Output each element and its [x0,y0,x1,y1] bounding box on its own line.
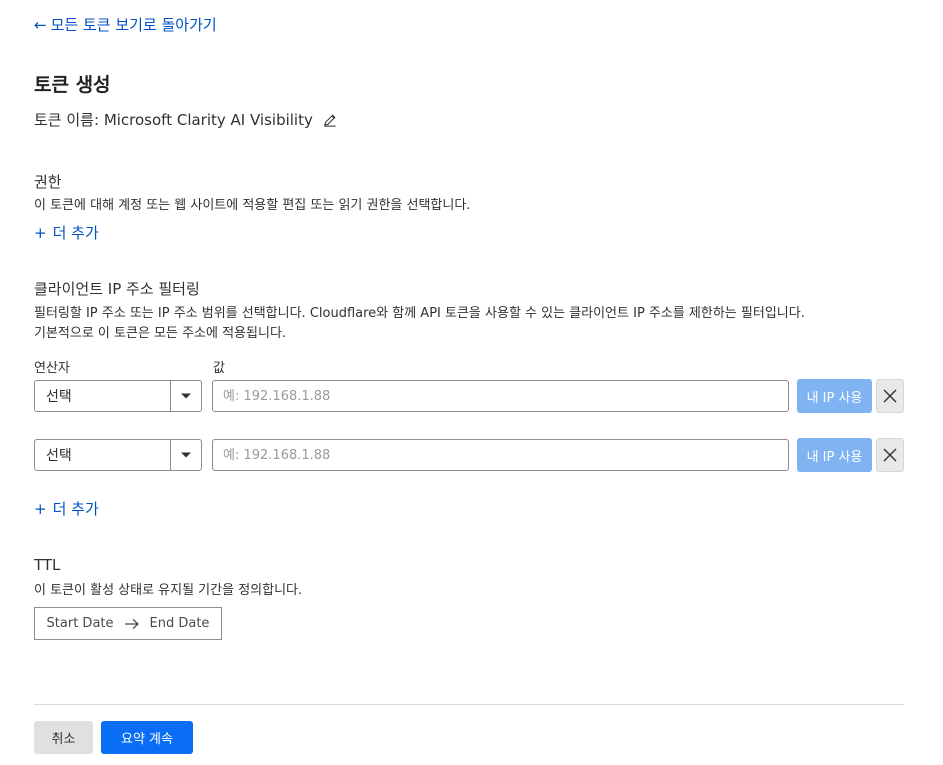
ip-value-input-2[interactable] [212,439,789,471]
ip-value-input-1[interactable] [212,380,789,412]
end-date-field[interactable]: End Date [150,616,210,631]
add-permission-button[interactable]: + 더 추가 [34,222,99,243]
continue-to-summary-button[interactable]: 요약 계속 [101,721,193,754]
use-my-ip-button-2[interactable]: 내 IP 사용 [797,438,872,472]
ttl-description: 이 토큰이 활성 상태로 유지될 기간을 정의합니다. [34,583,303,598]
token-name-row: 토큰 이름: Microsoft Clarity AI Visibility [34,109,337,130]
operator-select-1[interactable]: 선택 [34,380,202,412]
token-name-text: 토큰 이름: Microsoft Clarity AI Visibility [34,109,313,130]
remove-row-button-2[interactable] [876,438,904,472]
ttl-date-range-picker[interactable]: Start Date End Date [34,607,222,640]
ip-filter-title: 클라이언트 IP 주소 필터링 [34,280,200,298]
back-link-label: 모든 토큰 보기로 돌아가기 [50,16,217,34]
start-date-field[interactable]: Start Date [47,616,114,631]
page-title: 토큰 생성 [34,74,111,96]
chevron-down-icon [170,440,201,470]
back-to-tokens-link[interactable]: ← 모든 토큰 보기로 돌아가기 [34,14,217,35]
token-name-prefix: 토큰 이름: [34,111,100,129]
permissions-description: 이 토큰에 대해 계정 또는 웹 사이트에 적용할 편집 또는 읽기 권한을 선… [34,198,471,213]
add-ip-filter-label: 더 추가 [52,500,99,518]
add-permission-label: 더 추가 [52,224,99,242]
token-name-value: Microsoft Clarity AI Visibility [103,111,313,129]
arrow-right-icon [124,618,139,629]
permissions-title: 권한 [34,173,62,191]
operator-select-2[interactable]: 선택 [34,439,202,471]
remove-row-button-1[interactable] [876,379,904,413]
operator-select-2-value: 선택 [46,448,72,464]
pencil-icon[interactable] [323,113,337,127]
plus-icon: + [34,499,47,518]
arrow-left-icon: ← [34,15,47,34]
operator-label: 연산자 [34,361,70,376]
value-label: 값 [213,361,225,376]
add-ip-filter-button[interactable]: + 더 추가 [34,498,99,519]
footer-divider [34,704,904,705]
cancel-button[interactable]: 취소 [34,721,93,754]
ip-filter-description: 필터링할 IP 주소 또는 IP 주소 범위를 선택합니다. Cloudflar… [34,304,805,344]
ip-filter-description-line1: 필터링할 IP 주소 또는 IP 주소 범위를 선택합니다. Cloudflar… [34,306,805,321]
ip-filter-description-line2: 기본적으로 이 토큰은 모든 주소에 적용됩니다. [34,326,287,341]
use-my-ip-button-1[interactable]: 내 IP 사용 [797,379,872,413]
close-icon [883,448,897,462]
ttl-title: TTL [34,556,61,574]
operator-select-1-value: 선택 [46,389,72,405]
chevron-down-icon [170,381,201,411]
close-icon [883,389,897,403]
plus-icon: + [34,223,47,242]
